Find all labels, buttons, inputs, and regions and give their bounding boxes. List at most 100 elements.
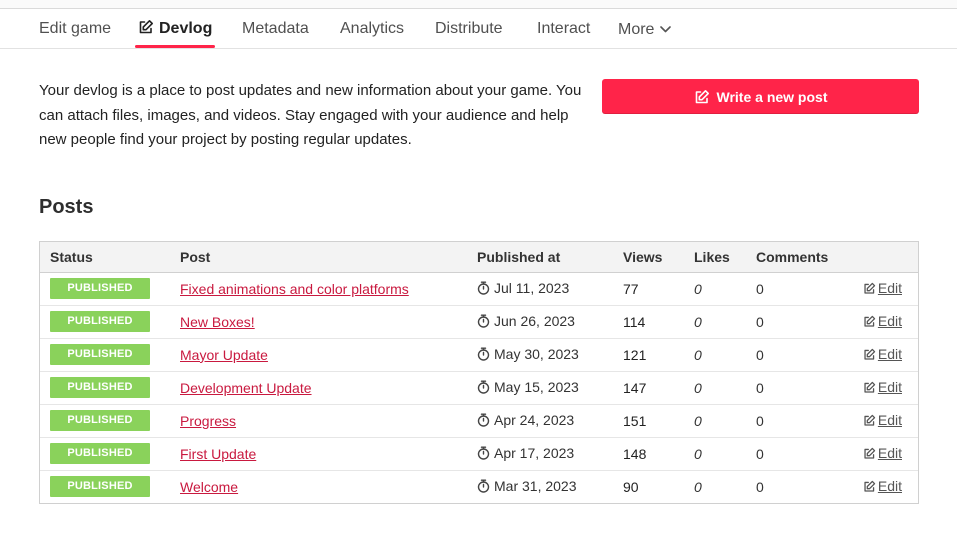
tab-devlog[interactable]: Devlog <box>134 9 216 48</box>
posts-table: Status Post Published at Views Likes Com… <box>39 241 919 504</box>
published-date: Apr 24, 2023 <box>494 411 575 428</box>
post-title-link[interactable]: Welcome <box>180 479 238 495</box>
likes-count: 0 <box>694 346 702 363</box>
published-at: Apr 17, 2023 <box>477 445 574 461</box>
table-row: PUBLISHED Progress Apr 24, 2023 151 0 0 … <box>40 404 918 437</box>
published-date: Mar 31, 2023 <box>494 477 577 494</box>
status-badge: PUBLISHED <box>50 410 150 431</box>
table-row: PUBLISHED Development Update May 15, 202… <box>40 371 918 404</box>
edit-link-label: Edit <box>877 312 902 329</box>
column-header-likes: Likes <box>694 242 756 273</box>
published-date: Apr 17, 2023 <box>494 444 575 461</box>
stopwatch-icon <box>477 347 490 364</box>
table-header-row: Status Post Published at Views Likes Com… <box>40 242 918 273</box>
published-at: Apr 24, 2023 <box>477 412 574 428</box>
table-row: PUBLISHED New Boxes! Jun 26, 2023 114 0 … <box>40 305 918 338</box>
views-count: 114 <box>623 313 646 330</box>
post-title-link[interactable]: First Update <box>180 446 256 462</box>
tab-edit-game[interactable]: Edit game <box>39 9 111 48</box>
edit-link-label: Edit <box>877 411 902 428</box>
write-new-post-button[interactable]: Write a new post <box>602 79 919 114</box>
edit-post-link[interactable]: Edit <box>863 346 902 362</box>
comments-count: 0 <box>756 445 764 462</box>
post-title-link[interactable]: Mayor Update <box>180 347 268 363</box>
published-at: Mar 31, 2023 <box>477 478 577 494</box>
published-at: May 15, 2023 <box>477 379 579 395</box>
tab-metadata[interactable]: Metadata <box>242 9 309 48</box>
comments-count: 0 <box>756 313 764 330</box>
likes-count: 0 <box>694 412 702 429</box>
top-bar <box>0 0 957 9</box>
published-date: Jun 26, 2023 <box>494 312 575 329</box>
stopwatch-icon <box>477 380 490 397</box>
column-header-views: Views <box>623 242 694 273</box>
stopwatch-icon <box>477 446 490 463</box>
likes-count: 0 <box>694 280 702 297</box>
stopwatch-icon <box>477 479 490 496</box>
column-header-comments: Comments <box>756 242 856 273</box>
game-nav-tabs: Edit game Devlog Metadata Analytics Dist… <box>0 9 957 49</box>
column-header-actions <box>856 242 918 273</box>
published-at: May 30, 2023 <box>477 346 579 362</box>
likes-count: 0 <box>694 379 702 396</box>
table-row: PUBLISHED Welcome Mar 31, 2023 90 0 0 Ed… <box>40 470 918 503</box>
column-header-published-at: Published at <box>477 242 623 273</box>
published-date: May 15, 2023 <box>494 378 579 395</box>
post-title-link[interactable]: Progress <box>180 413 236 429</box>
edit-post-link[interactable]: Edit <box>863 412 902 428</box>
comments-count: 0 <box>756 379 764 396</box>
views-count: 148 <box>623 445 647 462</box>
published-date: May 30, 2023 <box>494 345 579 362</box>
post-title-link[interactable]: Development Update <box>180 380 312 396</box>
edit-post-link[interactable]: Edit <box>863 313 902 329</box>
published-at: Jun 26, 2023 <box>477 313 575 329</box>
views-count: 151 <box>623 412 647 429</box>
edit-link-label: Edit <box>877 477 902 494</box>
comments-count: 0 <box>756 346 764 363</box>
edit-icon <box>863 480 876 496</box>
edit-icon <box>863 348 876 364</box>
tab-more-label: More <box>618 21 655 38</box>
edit-icon <box>863 381 876 397</box>
edit-post-link[interactable]: Edit <box>863 280 902 296</box>
edit-icon <box>863 447 876 463</box>
edit-post-link[interactable]: Edit <box>863 478 902 494</box>
tab-interact[interactable]: Interact <box>537 9 590 48</box>
edit-icon <box>863 315 876 331</box>
table-row: PUBLISHED First Update Apr 17, 2023 148 … <box>40 437 918 470</box>
write-new-post-label: Write a new post <box>716 88 828 105</box>
likes-count: 0 <box>694 478 702 495</box>
table-row: PUBLISHED Mayor Update May 30, 2023 121 … <box>40 338 918 371</box>
comments-count: 0 <box>756 412 764 429</box>
status-badge: PUBLISHED <box>50 476 150 498</box>
stopwatch-icon <box>477 281 490 298</box>
edit-icon <box>694 89 710 105</box>
views-count: 77 <box>623 280 639 297</box>
views-count: 121 <box>623 346 647 363</box>
status-badge: PUBLISHED <box>50 311 150 332</box>
edit-icon <box>863 414 876 430</box>
tab-more[interactable]: More <box>618 9 672 49</box>
status-badge: PUBLISHED <box>50 443 150 464</box>
edit-icon <box>863 282 876 298</box>
edit-link-label: Edit <box>877 378 902 395</box>
tab-analytics[interactable]: Analytics <box>340 9 404 48</box>
likes-count: 0 <box>694 445 702 462</box>
views-count: 90 <box>623 478 639 495</box>
edit-post-link[interactable]: Edit <box>863 445 902 461</box>
post-title-link[interactable]: Fixed animations and color platforms <box>180 281 409 297</box>
post-title-link[interactable]: New Boxes! <box>180 314 255 330</box>
published-date: Jul 11, 2023 <box>494 279 570 296</box>
edit-post-link[interactable]: Edit <box>863 379 902 395</box>
tab-distribute[interactable]: Distribute <box>435 9 503 48</box>
status-badge: PUBLISHED <box>50 278 150 299</box>
edit-link-label: Edit <box>877 444 902 461</box>
likes-count: 0 <box>694 313 702 330</box>
posts-heading: Posts <box>39 196 94 218</box>
stopwatch-icon <box>477 413 490 430</box>
chevron-down-icon <box>660 9 672 49</box>
tab-devlog-label: Devlog <box>159 20 213 37</box>
status-badge: PUBLISHED <box>50 377 150 398</box>
edit-link-label: Edit <box>877 279 902 296</box>
stopwatch-icon <box>477 314 490 331</box>
